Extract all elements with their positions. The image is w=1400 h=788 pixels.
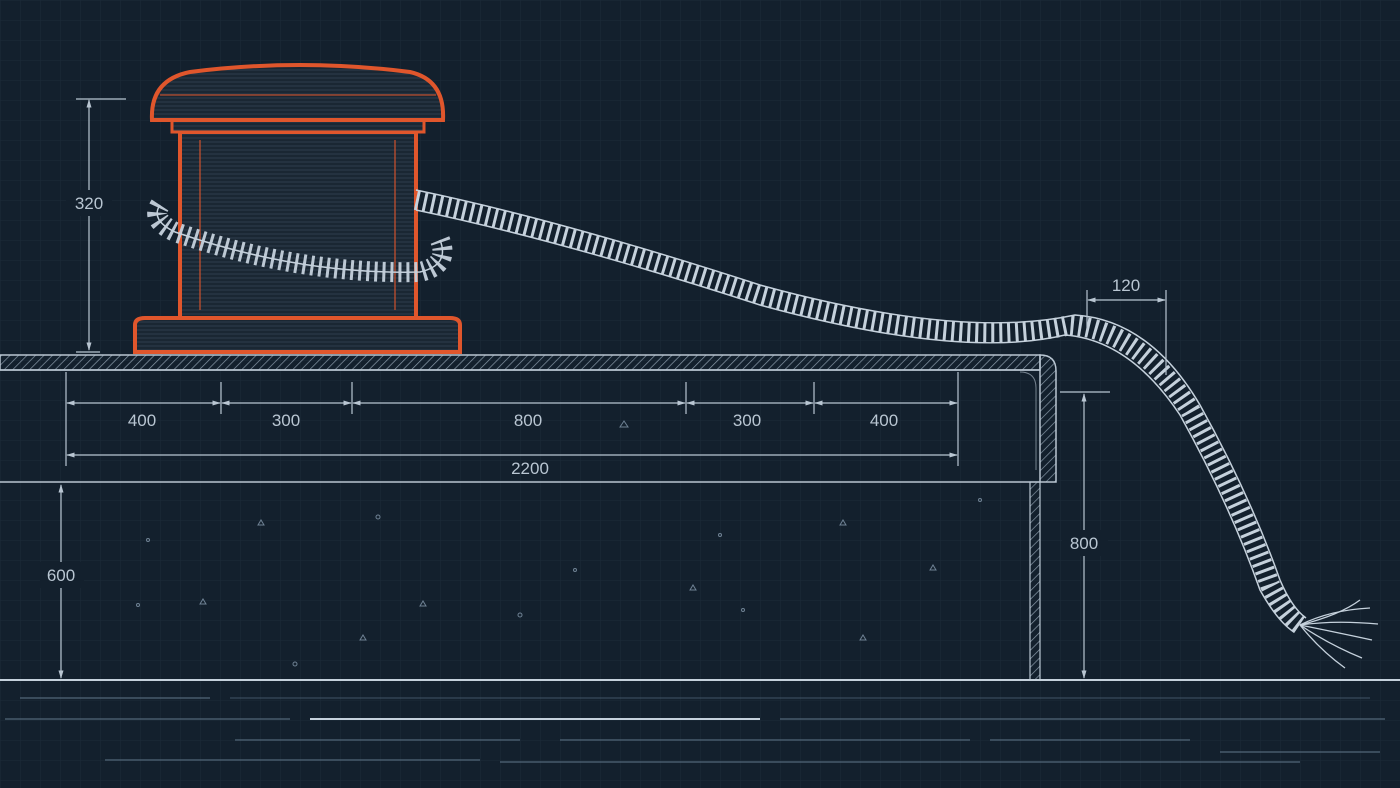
pier-wall	[1029, 481, 1041, 681]
deck-slab	[0, 354, 1041, 371]
label-bollard-height: 320	[75, 194, 103, 213]
bollard-barrel	[178, 130, 418, 320]
label-seg-2: 300	[272, 411, 300, 430]
bollard	[133, 63, 462, 354]
deck-edge	[1039, 354, 1057, 483]
bollard-base	[133, 316, 462, 354]
label-seg-1: 400	[128, 411, 156, 430]
label-total-width: 2200	[511, 459, 549, 478]
label-seg-4: 300	[733, 411, 761, 430]
label-seg-3: 800	[514, 411, 542, 430]
label-edge-height: 800	[1070, 534, 1098, 553]
label-pier-height: 600	[47, 566, 75, 585]
label-seg-5: 400	[870, 411, 898, 430]
bollard-cap	[149, 63, 446, 122]
label-rope-sag: 120	[1112, 276, 1140, 295]
blueprint-svg: 320 120 400 300 800 300 400 2200 600 800	[0, 0, 1400, 788]
blueprint-drawing: 320 120 400 300 800 300 400 2200 600 800	[0, 0, 1400, 788]
